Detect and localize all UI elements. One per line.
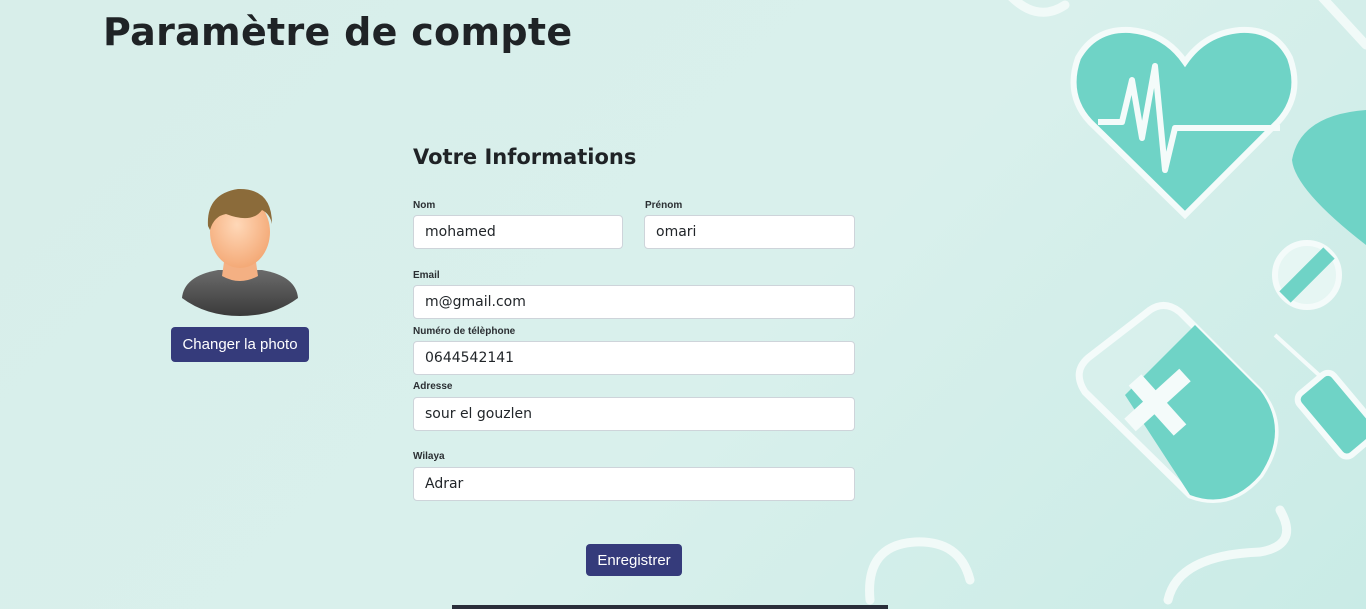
form-section-title: Votre Informations [413, 145, 637, 169]
footer-bar [452, 605, 888, 609]
save-button[interactable]: Enregistrer [586, 544, 682, 576]
prenom-label: Prénom [645, 200, 683, 211]
wilaya-label: Wilaya [413, 451, 445, 462]
telephone-input[interactable] [413, 341, 855, 375]
change-photo-button[interactable]: Changer la photo [171, 327, 309, 362]
iv-bag-icon [1075, 302, 1279, 503]
pill-icon [1272, 240, 1342, 310]
nom-label: Nom [413, 200, 436, 211]
medical-background-illustration [865, 0, 1366, 605]
heart-icon [1070, 26, 1298, 220]
syringe-icon [1273, 333, 1366, 460]
page-title: Paramètre de compte [103, 10, 573, 54]
adresse-input[interactable] [413, 397, 855, 431]
prenom-input[interactable] [644, 215, 855, 249]
adresse-label: Adresse [413, 381, 453, 392]
telephone-label: Numéro de télèphone [413, 326, 516, 337]
email-label: Email [413, 270, 440, 281]
nom-input[interactable] [413, 215, 623, 249]
wilaya-input[interactable] [413, 467, 855, 501]
user-avatar-icon [182, 188, 298, 316]
email-input[interactable] [413, 285, 855, 319]
